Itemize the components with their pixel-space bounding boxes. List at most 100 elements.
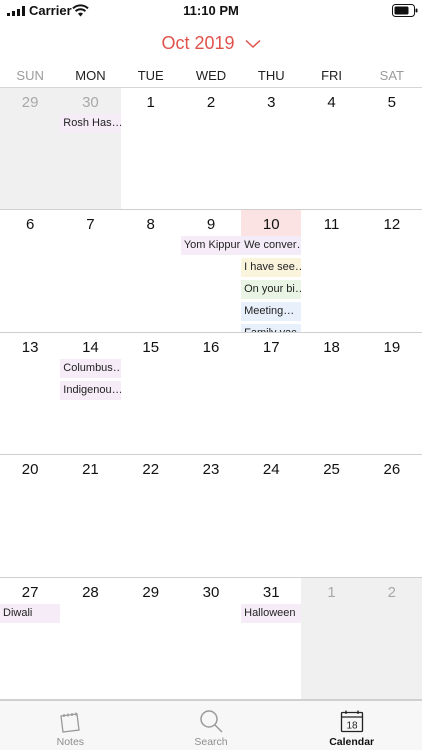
day-number: 7 bbox=[86, 216, 95, 234]
day-number: 30 bbox=[82, 94, 99, 111]
day-number: 1 bbox=[146, 94, 155, 111]
event-chip[interactable]: On your bi… bbox=[241, 280, 302, 300]
day-number: 28 bbox=[82, 583, 99, 601]
day-cell[interactable]: 15 bbox=[120, 332, 181, 455]
day-number: 15 bbox=[142, 338, 160, 356]
weekday-label: FRI bbox=[321, 68, 343, 83]
day-number: 1 bbox=[327, 583, 336, 601]
day-cell[interactable]: 27 Diwali bbox=[0, 577, 61, 699]
weekday-label: WED bbox=[195, 68, 227, 83]
day-number: 4 bbox=[327, 94, 336, 111]
week-row: 20 21 22 23 24 25 26 bbox=[0, 455, 422, 578]
day-cell[interactable]: 1 bbox=[301, 577, 362, 699]
event-chip[interactable]: Indigenou… bbox=[60, 380, 121, 400]
day-cell-today[interactable]: 10 We conver… I have see… On your bi… Meetin… bbox=[241, 210, 302, 332]
event-chip[interactable]: Diwali bbox=[0, 603, 61, 623]
weekday-label: TUE bbox=[137, 68, 164, 83]
event-chip[interactable]: Yom Kippur bbox=[180, 236, 242, 256]
day-cell[interactable]: 20 bbox=[0, 455, 61, 577]
day-cell[interactable]: 11 bbox=[301, 210, 362, 332]
day-cell[interactable]: 25 bbox=[301, 455, 362, 577]
day-cell[interactable]: 26 bbox=[361, 455, 422, 577]
event-list: Halloween bbox=[241, 603, 302, 626]
day-cell[interactable]: 2 bbox=[180, 88, 242, 210]
event-list: Yom Kippur bbox=[180, 236, 242, 258]
day-number: 9 bbox=[206, 216, 216, 234]
day-number: 13 bbox=[21, 338, 39, 356]
day-cell[interactable]: 17 bbox=[241, 332, 302, 455]
day-number: 29 bbox=[21, 94, 39, 111]
week-row: 6 7 8 9 Yom Kippur 10 We conver… I have see… On … bbox=[0, 210, 422, 333]
tab-bar: Notes Search 18 Calendar bbox=[0, 700, 422, 750]
day-cell[interactable]: 28 bbox=[60, 577, 121, 699]
event-list: Rosh Has… bbox=[60, 114, 121, 136]
day-number: 29 bbox=[142, 583, 160, 601]
event-chip[interactable]: Meeting… bbox=[241, 302, 302, 322]
day-cell[interactable]: 4 bbox=[301, 88, 362, 210]
day-cell[interactable]: 29 bbox=[0, 88, 61, 210]
day-cell[interactable]: 7 bbox=[60, 210, 121, 332]
week-row: 29 30 Rosh Has… 1 2 3 4 5 bbox=[0, 88, 422, 211]
day-number: 20 bbox=[21, 461, 39, 479]
calendar-icon-day: 18 bbox=[346, 721, 358, 732]
day-cell[interactable]: 24 bbox=[241, 455, 302, 577]
day-cell[interactable]: 30 bbox=[180, 577, 242, 699]
day-cell[interactable]: 30 Rosh Has… bbox=[60, 88, 121, 210]
day-number: 21 bbox=[82, 461, 99, 479]
event-chip[interactable]: Columbus… bbox=[60, 358, 121, 378]
day-number: 5 bbox=[387, 94, 396, 111]
day-number: 31 bbox=[262, 583, 280, 601]
day-cell[interactable]: 19 bbox=[361, 332, 422, 455]
day-number: 14 bbox=[82, 338, 99, 356]
week-row: 13 14 Columbus… Indigenou… 15 16 17 18 19 bbox=[0, 332, 422, 456]
tab-search-label: Search bbox=[194, 736, 228, 748]
tab-search[interactable]: Search bbox=[141, 701, 282, 750]
tab-calendar[interactable]: 18 Calendar bbox=[281, 701, 422, 750]
day-cell[interactable]: 22 bbox=[120, 455, 181, 577]
event-chip[interactable]: I have see… bbox=[241, 258, 302, 278]
day-cell[interactable]: 29 bbox=[120, 577, 181, 699]
day-cell[interactable]: 3 bbox=[241, 88, 302, 210]
day-number: 25 bbox=[323, 461, 340, 479]
day-cell[interactable]: 18 bbox=[301, 332, 362, 455]
day-cell[interactable]: 2 bbox=[361, 577, 422, 699]
day-number: 30 bbox=[202, 583, 220, 601]
day-number: 3 bbox=[267, 94, 276, 111]
event-chip[interactable]: Family vac… bbox=[241, 324, 302, 332]
day-cell[interactable]: 21 bbox=[60, 455, 121, 577]
month-picker-button[interactable]: Oct 2019 bbox=[161, 33, 261, 54]
day-number: 23 bbox=[202, 461, 220, 479]
event-chip[interactable]: Halloween bbox=[241, 603, 302, 623]
day-cell[interactable]: 14 Columbus… Indigenou… bbox=[60, 332, 121, 455]
day-number: 6 bbox=[25, 216, 35, 234]
day-cell[interactable]: 6 bbox=[0, 210, 61, 332]
day-cell[interactable]: 23 bbox=[180, 455, 242, 577]
event-chip[interactable]: We conver… bbox=[241, 236, 302, 256]
event-list: We conver… I have see… On your bi… Meeting…… bbox=[241, 236, 302, 332]
day-cell[interactable]: 8 bbox=[120, 210, 181, 332]
tab-notes-label: Notes bbox=[56, 736, 85, 748]
day-cell[interactable]: 31 Halloween bbox=[241, 577, 302, 699]
week-row: 27 Diwali 28 29 30 31 Halloween 1 2 bbox=[0, 577, 422, 700]
day-number: 18 bbox=[323, 338, 340, 356]
day-number: 24 bbox=[262, 461, 280, 479]
tab-notes[interactable]: Notes bbox=[0, 701, 141, 750]
day-cell[interactable]: 5 bbox=[361, 88, 422, 210]
day-cell[interactable]: 1 bbox=[120, 88, 181, 210]
day-number: 10 bbox=[262, 216, 280, 234]
day-number: 26 bbox=[383, 461, 401, 479]
day-number: 27 bbox=[21, 583, 39, 601]
day-cell[interactable]: 13 bbox=[0, 332, 61, 455]
day-cell[interactable]: 16 bbox=[180, 332, 242, 455]
day-cell[interactable]: 12 bbox=[361, 210, 422, 332]
weekday-header: SUN MON TUE WED THU FRI SAT bbox=[0, 66, 422, 88]
day-number: 17 bbox=[262, 338, 280, 356]
battery-icon bbox=[392, 4, 418, 17]
day-cell[interactable]: 9 Yom Kippur bbox=[180, 210, 242, 332]
weekday-label: THU bbox=[257, 68, 285, 83]
event-chip[interactable]: Rosh Has… bbox=[60, 114, 121, 133]
calendar-grid: 29 30 Rosh Has… 1 2 3 4 5 6 7 8 9 Yom Kippur 10 We con… bbox=[0, 88, 422, 700]
day-number: 8 bbox=[146, 216, 155, 234]
month-title: Oct 2019 bbox=[161, 33, 235, 53]
day-number: 19 bbox=[383, 338, 401, 356]
